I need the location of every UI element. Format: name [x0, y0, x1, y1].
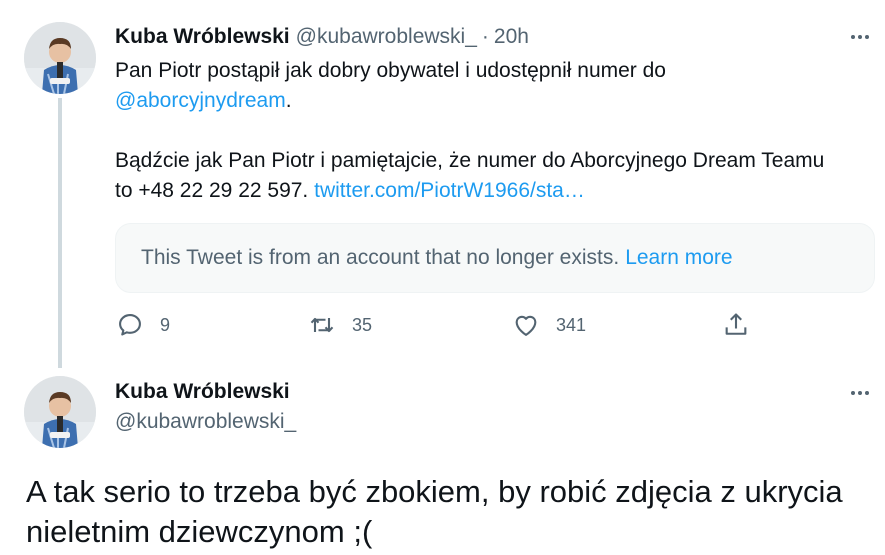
avatar-image — [24, 22, 96, 94]
tweet1-text-line1: Pan Piotr postąpił jak dobry obywatel i … — [115, 59, 666, 82]
tweet-timestamp[interactable]: 20h — [494, 25, 529, 49]
author-handle[interactable]: @kubawroblewski_ — [115, 410, 296, 434]
mention-link[interactable]: @aborcyjnydream — [115, 89, 286, 112]
more-icon[interactable] — [845, 383, 875, 403]
author-handle[interactable]: @kubawroblewski_ — [296, 25, 477, 49]
avatar[interactable] — [24, 22, 96, 94]
heart-icon — [515, 315, 537, 336]
like-count: 341 — [556, 314, 587, 335]
retweet-icon — [310, 317, 334, 333]
notice-text: This Tweet is from an account that no lo… — [141, 246, 620, 269]
like-button[interactable]: 341 — [512, 310, 586, 340]
tweet1-text-line2: @aborcyjnydream. — [115, 86, 292, 116]
tweet1-header: Kuba Wróblewski @kubawroblewski_ · 20h — [115, 25, 529, 49]
thread-connector-line — [58, 98, 62, 368]
tweet1-text-line3: Bądźcie jak Pan Piotr i pamiętajcie, że … — [115, 149, 825, 172]
unavailable-quote-notice: This Tweet is from an account that no lo… — [115, 223, 875, 293]
tweet1-text-line4: to +48 22 29 22 597. twitter.com/PiotrW1… — [115, 176, 585, 206]
tweet-url-link[interactable]: twitter.com/PiotrW1966/sta… — [314, 179, 585, 202]
reply-icon — [119, 314, 141, 336]
tweet2-text: A tak serio to trzeba być zbokiem, by ro… — [26, 474, 843, 549]
avatar[interactable] — [24, 376, 96, 448]
mention-suffix: . — [285, 89, 292, 112]
tweet2-header-handle: @kubawroblewski_ — [115, 410, 296, 434]
author-name[interactable]: Kuba Wróblewski — [115, 25, 290, 49]
phone-text: to +48 22 29 22 597. — [115, 179, 309, 202]
separator-dot: · — [481, 25, 489, 48]
avatar-image — [24, 376, 96, 448]
learn-more-link[interactable]: Learn more — [625, 246, 732, 270]
share-icon — [725, 313, 747, 335]
share-button[interactable] — [722, 310, 750, 340]
retweet-count: 35 — [352, 314, 373, 335]
author-name[interactable]: Kuba Wróblewski — [115, 380, 290, 404]
more-icon[interactable] — [845, 27, 875, 47]
reply-button[interactable]: 9 — [116, 310, 170, 340]
reply-count: 9 — [160, 314, 171, 335]
retweet-button[interactable]: 35 — [308, 310, 372, 340]
tweet2-header-name: Kuba Wróblewski — [115, 380, 290, 404]
